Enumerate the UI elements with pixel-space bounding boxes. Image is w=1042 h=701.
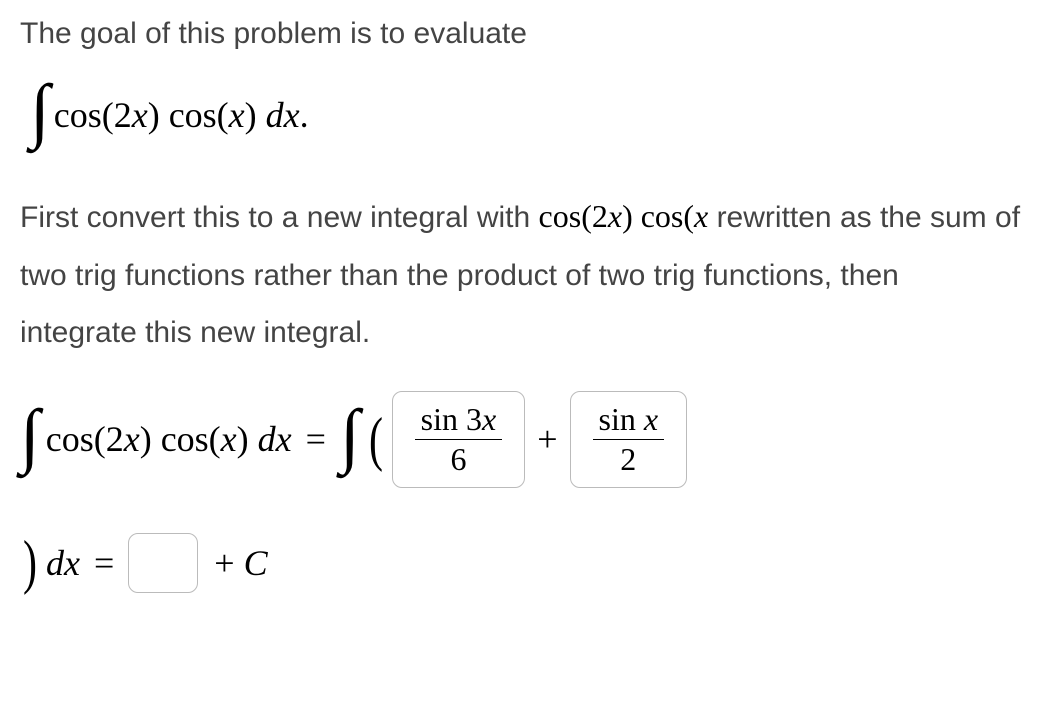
dx-text: dx xyxy=(46,542,80,584)
fraction-2-num: sin x xyxy=(593,402,665,440)
plus-c: + C xyxy=(214,542,267,584)
answer-box-3[interactable] xyxy=(128,533,198,593)
inline-math: cos(2x) cos(x xyxy=(539,198,709,234)
equals-1: = xyxy=(306,418,326,460)
fraction-2: sin x 2 xyxy=(593,402,665,477)
fraction-2-den: 2 xyxy=(614,440,642,477)
fraction-1-den: 6 xyxy=(444,440,472,477)
open-paren: ( xyxy=(369,405,383,474)
instruction-paragraph: First convert this to a new integral wit… xyxy=(20,186,1022,361)
intro-text: The goal of this problem is to evaluate xyxy=(20,10,1022,58)
paragraph-part1: First convert this to a new integral wit… xyxy=(20,201,539,234)
integrand-text: cos(2x) cos(x) dx. xyxy=(54,94,309,136)
equals-2: = xyxy=(94,542,114,584)
answer-box-1[interactable]: sin 3x 6 xyxy=(392,391,526,488)
fraction-1-num: sin 3x xyxy=(415,402,503,440)
lhs-integral-symbol: ∫ xyxy=(20,394,40,477)
fraction-1: sin 3x 6 xyxy=(415,402,503,477)
integral-symbol: ∫ xyxy=(30,69,50,152)
close-paren: ) xyxy=(23,528,37,597)
answer-box-2[interactable]: sin x 2 xyxy=(570,391,688,488)
lhs-integrand: cos(2x) cos(x) dx xyxy=(46,418,292,460)
plus-sign: + xyxy=(537,418,557,460)
equation-row: ∫ cos(2x) cos(x) dx = ∫ ( sin 3x 6 + sin… xyxy=(20,391,1022,597)
rhs-integral-symbol: ∫ xyxy=(340,394,360,477)
integral-display: ∫ cos(2x) cos(x) dx. xyxy=(30,73,1022,156)
